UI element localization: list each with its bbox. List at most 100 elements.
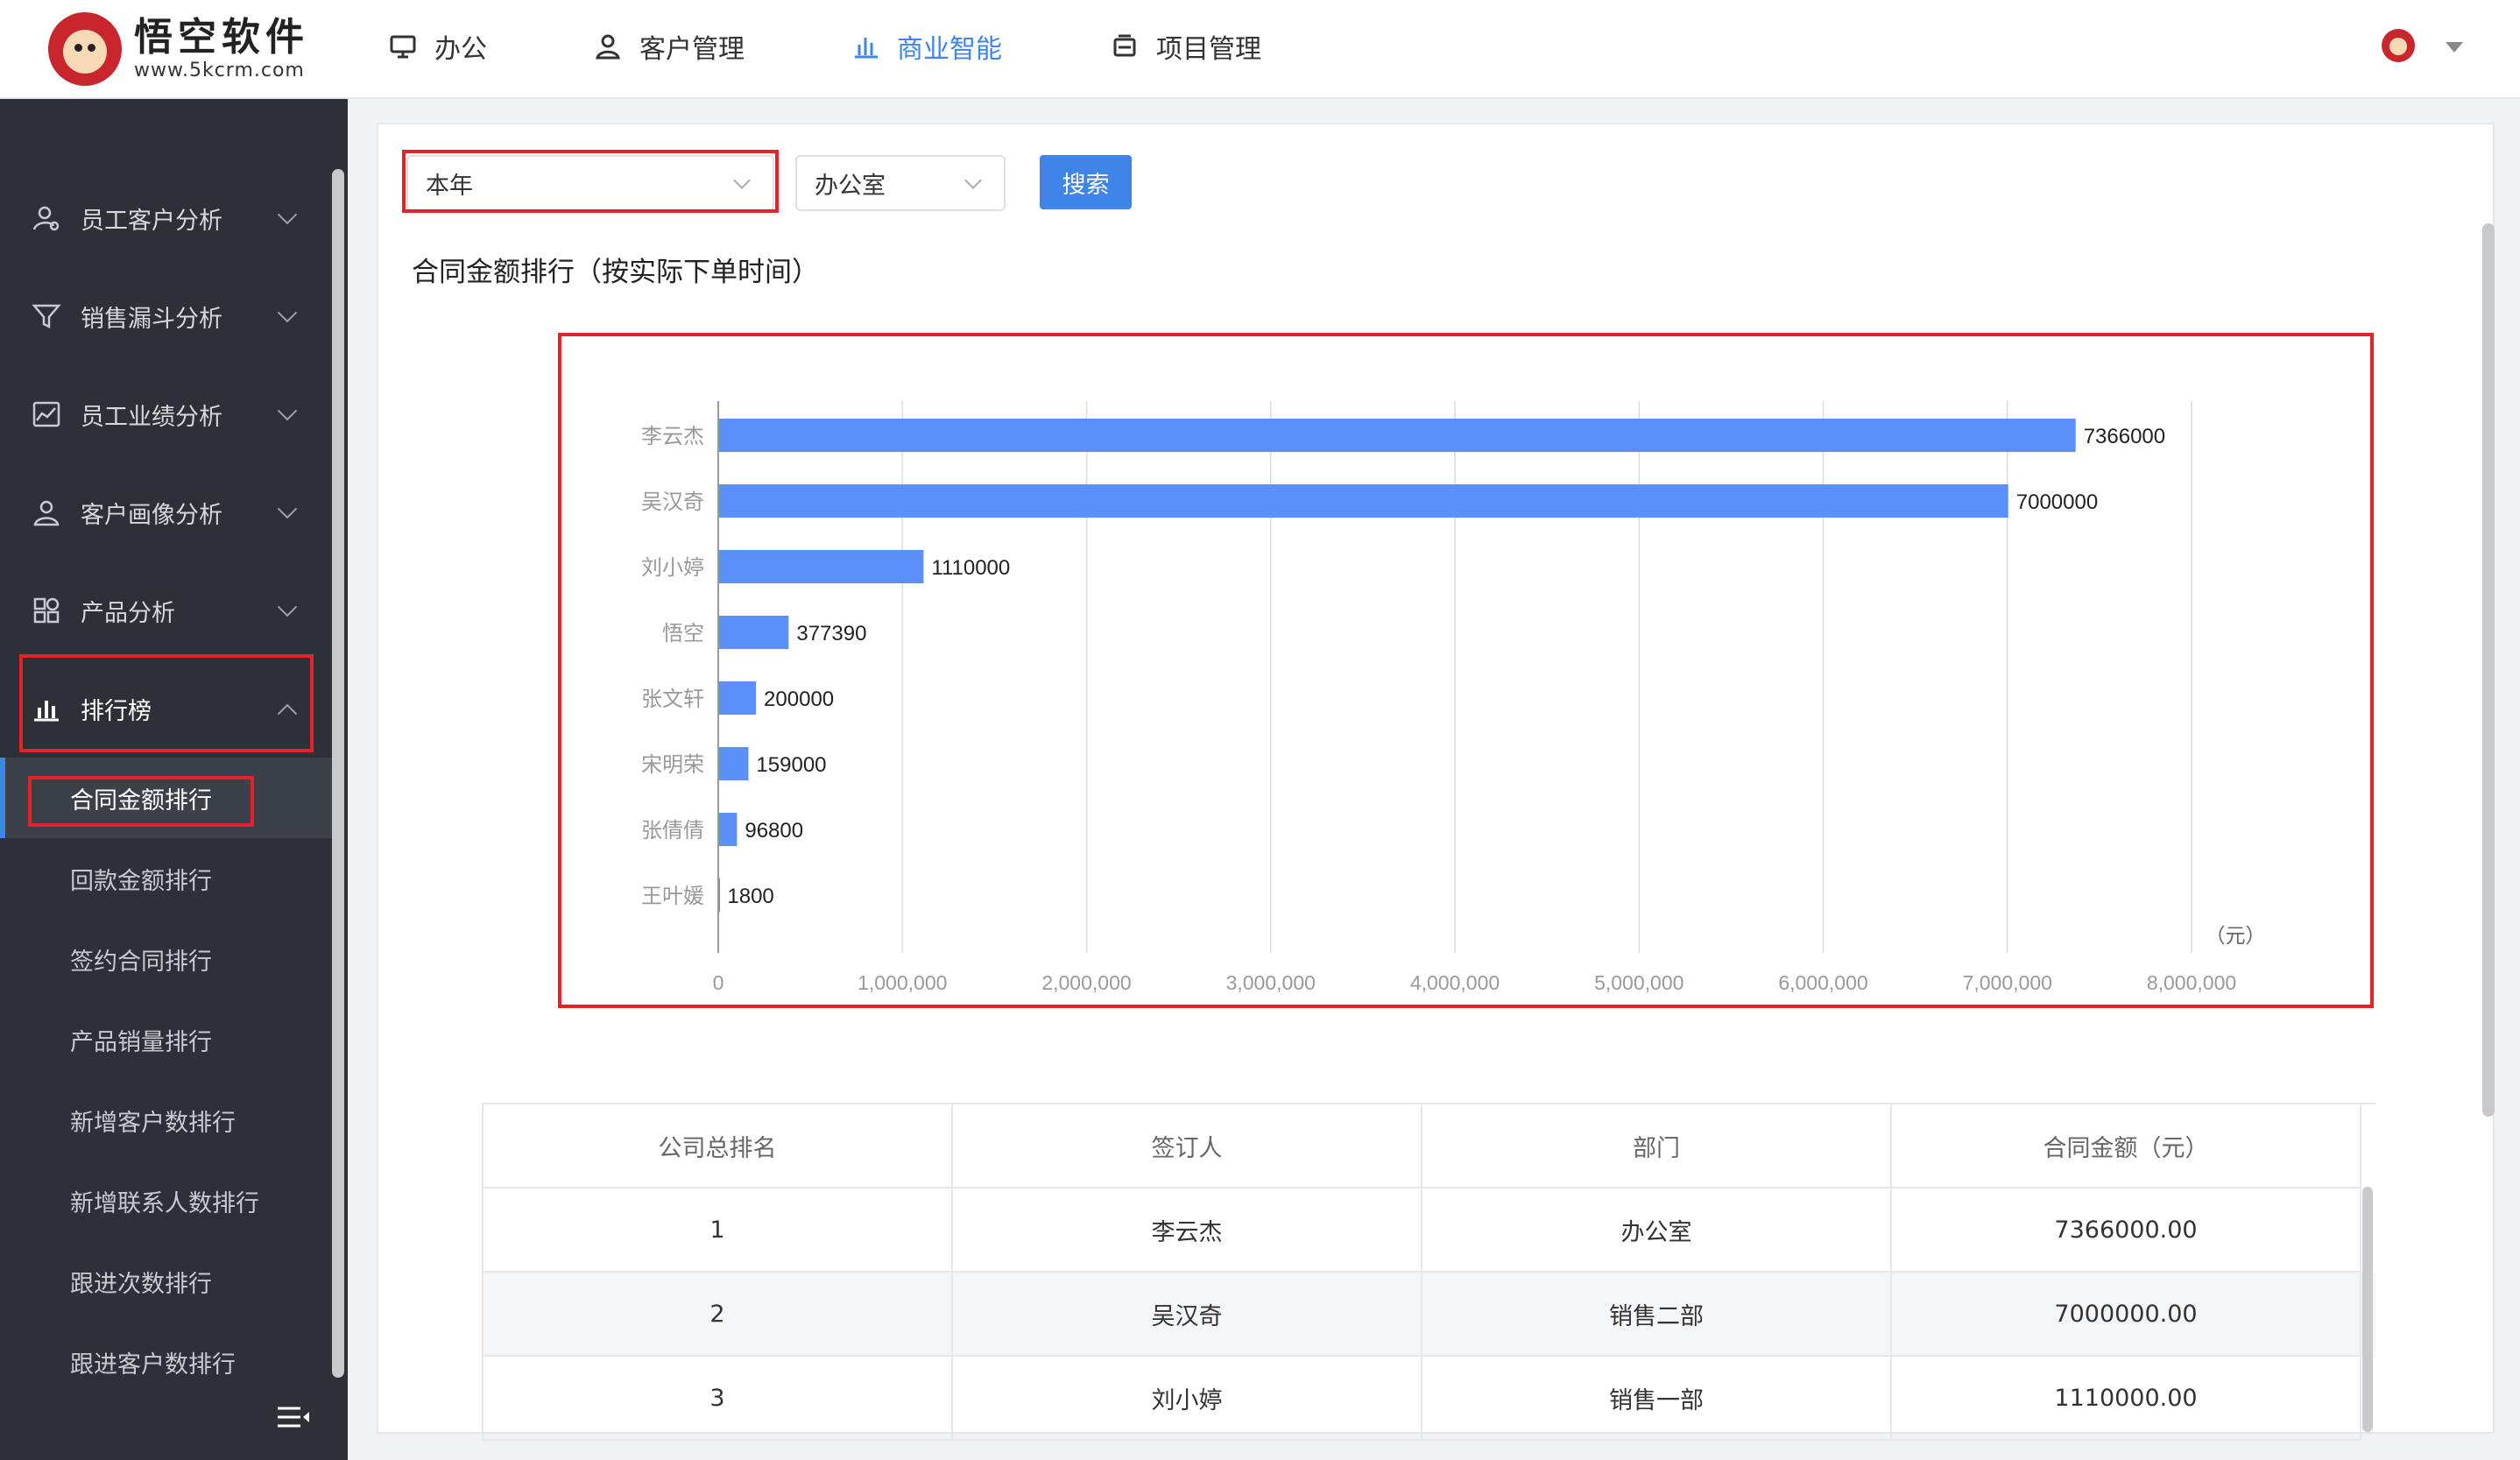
chevron-down-icon xyxy=(277,204,298,225)
x-tick-label: 1,000,000 xyxy=(858,971,947,994)
x-tick-label: 6,000,000 xyxy=(1778,971,1867,994)
monkey-logo-icon xyxy=(48,12,122,86)
table-row[interactable]: 1 李云杰 办公室 7366000.00 xyxy=(484,1188,2375,1273)
section-title: 合同金额排行（按实际下单时间） xyxy=(412,257,819,288)
bar xyxy=(719,484,2008,518)
sidebar-menu-label: 客户画像分析 xyxy=(81,501,222,529)
x-axis-unit: （元） xyxy=(2206,924,2266,947)
table-cell: 销售一部 xyxy=(1422,1357,1892,1441)
bar-value-label: 200000 xyxy=(764,688,834,711)
contract-amount-bar-chart: 0 1,000,000 2,000,000 3,000,000 4,000,000 5,0… xyxy=(641,401,2266,994)
chevron-down-icon xyxy=(277,400,298,421)
menu-collapse-icon[interactable] xyxy=(276,1404,311,1430)
department-select[interactable]: 办公室 xyxy=(795,155,1006,211)
nav-customer[interactable]: 客户管理 xyxy=(594,0,745,92)
logo[interactable]: 悟空软件 www.5kcrm.com xyxy=(48,12,309,86)
sidebar-item-label: 跟进客户数排行 xyxy=(70,1351,236,1379)
bar-value-label: 159000 xyxy=(756,753,826,777)
table-cell: 3 xyxy=(484,1357,953,1441)
y-category-label: 张文轩 xyxy=(641,688,704,711)
sidebar-item-product-sales[interactable]: 产品销量排行 xyxy=(0,999,332,1080)
nav-label: 客户管理 xyxy=(639,33,745,65)
x-tick-label: 5,000,000 xyxy=(1594,971,1684,994)
user-icon xyxy=(596,34,620,59)
bar xyxy=(719,616,789,649)
sidebar-menu-sales-funnel[interactable]: 销售漏斗分析 xyxy=(0,267,328,365)
highlight-box-period xyxy=(402,150,779,213)
content-scrollbar[interactable] xyxy=(2482,223,2495,1117)
nav-label: 项目管理 xyxy=(1156,33,1261,65)
table-header-cell: 合同金额（元） xyxy=(1892,1104,2361,1188)
search-button[interactable]: 搜索 xyxy=(1040,155,1132,209)
sidebar-item-signed-contracts[interactable]: 签约合同排行 xyxy=(0,919,332,999)
table-row[interactable]: 2 吴汉奇 销售二部 7000000.00 xyxy=(484,1273,2375,1357)
sidebar-menu-employee-performance[interactable]: 员工业绩分析 xyxy=(0,365,328,463)
sidebar-item-payment-amount[interactable]: 回款金额排行 xyxy=(0,838,332,919)
bar xyxy=(719,681,757,715)
table-scrollbar[interactable] xyxy=(2362,1187,2373,1432)
chevron-down-icon[interactable] xyxy=(2446,42,2463,53)
table-cell: 7366000.00 xyxy=(1892,1188,2361,1273)
x-tick-label: 2,000,000 xyxy=(1041,971,1131,994)
nav-bi[interactable]: 商业智能 xyxy=(851,0,1002,92)
bar-value-label: 377390 xyxy=(796,622,866,645)
bar-value-label: 1110000 xyxy=(931,556,1010,580)
x-tick-label: 4,000,000 xyxy=(1410,971,1500,994)
x-tick-label: 3,000,000 xyxy=(1226,971,1316,994)
bar xyxy=(719,878,720,912)
sidebar-menu-label: 员工客户分析 xyxy=(81,207,222,235)
sidebar-item-new-customers[interactable]: 新增客户数排行 xyxy=(0,1080,332,1160)
y-category-label: 李云杰 xyxy=(641,425,704,448)
sidebar-scrollbar[interactable] xyxy=(332,169,344,1378)
chevron-down-icon xyxy=(277,498,298,519)
sidebar-item-new-contacts[interactable]: 新增联系人数排行 xyxy=(0,1160,332,1241)
logo-subtitle: www.5kcrm.com xyxy=(134,60,305,81)
monitor-icon xyxy=(390,35,416,58)
bar-value-label: 7366000 xyxy=(2084,425,2165,448)
chevron-down-icon xyxy=(277,302,298,323)
bar xyxy=(719,747,749,780)
highlight-box-contract-amount xyxy=(28,776,254,827)
sidebar-menu-label: 员工业绩分析 xyxy=(81,403,222,431)
funnel-icon xyxy=(32,304,61,329)
x-tick-label: 0 xyxy=(713,971,724,994)
sidebar-item-follow-up-count[interactable]: 跟进次数排行 xyxy=(0,1241,332,1322)
y-category-label: 吴汉奇 xyxy=(641,490,704,514)
nav-label: 办公 xyxy=(434,33,487,65)
sidebar-item-follow-up-customers[interactable]: 跟进客户数排行 xyxy=(0,1322,332,1402)
x-tick-label: 7,000,000 xyxy=(1963,971,2052,994)
ranking-table: 公司总排名 签订人 部门 合同金额（元） 1 李云杰 办公室 7366000.0… xyxy=(482,1103,2375,1441)
sidebar-item-label: 新增联系人数排行 xyxy=(70,1189,259,1217)
table-row[interactable]: 3 刘小婷 销售一部 1110000.00 xyxy=(484,1357,2375,1441)
bar-chart-icon xyxy=(855,37,878,58)
table-header-cell: 部门 xyxy=(1422,1104,1892,1188)
table-cell: 1110000.00 xyxy=(1892,1357,2361,1441)
bar xyxy=(719,813,738,846)
table-cell: 1 xyxy=(484,1188,953,1273)
bar-value-label: 1800 xyxy=(727,885,773,908)
sidebar-menu-customer-portrait[interactable]: 客户画像分析 xyxy=(0,463,328,561)
table-cell: 李云杰 xyxy=(953,1188,1422,1273)
sidebar-menu-label: 销售漏斗分析 xyxy=(81,305,222,333)
table-header-cell: 公司总排名 xyxy=(484,1104,953,1188)
y-category-label: 张倩倩 xyxy=(641,819,704,843)
table-header-row: 公司总排名 签订人 部门 合同金额（元） xyxy=(484,1104,2375,1188)
table-cell: 吴汉奇 xyxy=(953,1273,1422,1357)
sidebar-menu-product-analysis[interactable]: 产品分析 xyxy=(0,561,328,659)
bar xyxy=(719,550,924,583)
sidebar-menu-label: 产品分析 xyxy=(81,599,175,627)
table-cell: 7000000.00 xyxy=(1892,1273,2361,1357)
table-cell: 办公室 xyxy=(1422,1188,1892,1273)
sidebar-menu-employee-customer[interactable]: 员工客户分析 xyxy=(0,169,328,267)
nav-office[interactable]: 办公 xyxy=(389,0,487,92)
table-cell: 刘小婷 xyxy=(953,1357,1422,1441)
x-tick-label: 8,000,000 xyxy=(2147,971,2236,994)
logo-title: 悟空软件 xyxy=(134,15,309,60)
bar-value-label: 96800 xyxy=(745,819,803,843)
nav-project[interactable]: 项目管理 xyxy=(1111,0,1261,92)
y-category-label: 悟空 xyxy=(662,622,704,645)
line-chart-icon xyxy=(32,401,60,427)
sidebar-item-label: 产品销量排行 xyxy=(70,1028,212,1056)
avatar[interactable] xyxy=(2382,29,2415,62)
sidebar-item-label: 跟进次数排行 xyxy=(70,1270,212,1298)
